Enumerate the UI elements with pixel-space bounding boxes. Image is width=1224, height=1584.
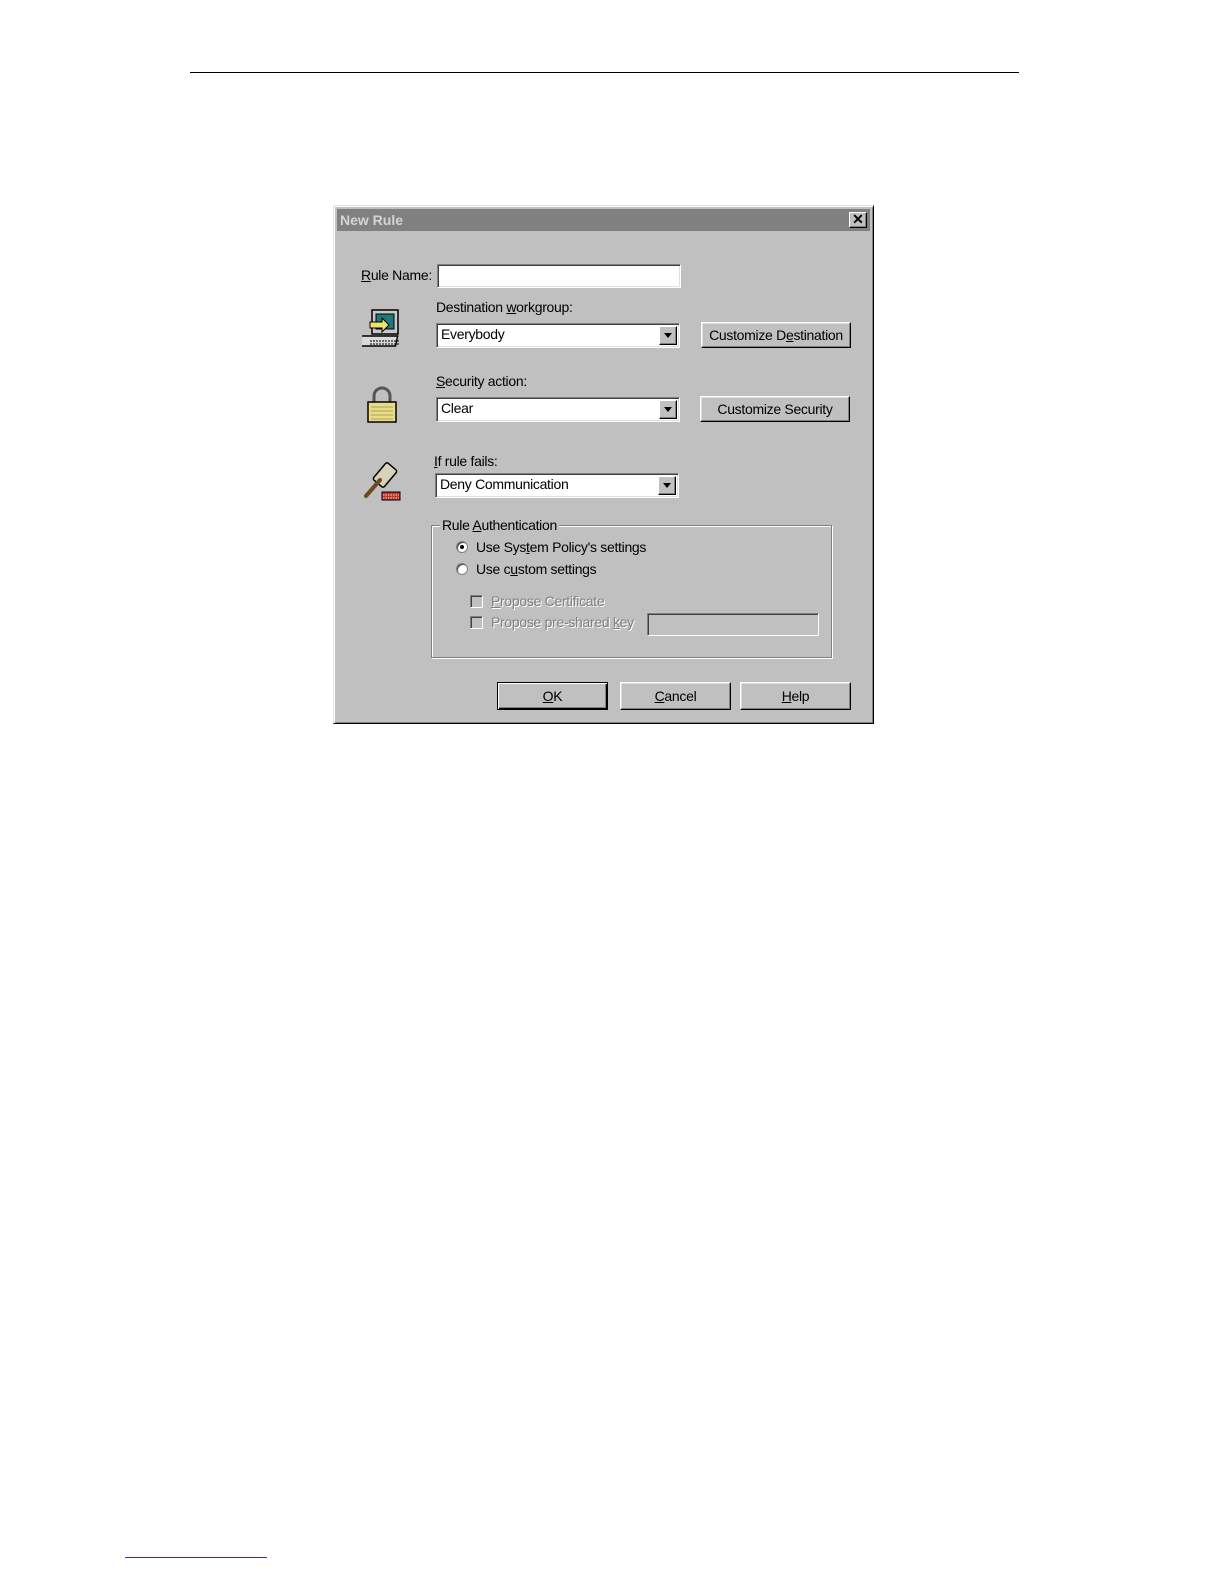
destination-workgroup-select[interactable]: Everybody [436,323,680,348]
close-icon: ✕ [852,211,864,227]
propose-certificate-label: Propose Certificate [491,593,605,609]
chevron-down-icon[interactable] [658,476,676,495]
propose-certificate-checkbox[interactable] [470,595,483,608]
help-button[interactable]: Help [740,682,851,710]
new-rule-dialog: New Rule ✕ Rule Name: Destination workgr… [333,205,874,724]
destination-workgroup-label: Destination workgroup: [436,299,573,315]
gavel-icon [360,460,404,504]
use-custom-settings-radio[interactable] [456,563,468,575]
use-system-policy-radio[interactable] [456,541,468,553]
security-action-label: Security action: [436,373,527,389]
security-action-select[interactable]: Clear [436,397,680,422]
destination-workgroup-value: Everybody [441,326,505,342]
cancel-button[interactable]: Cancel [620,682,731,710]
dialog-title: New Rule [340,212,404,228]
page-header-rule [190,72,1019,73]
title-bar[interactable]: New Rule ✕ [337,209,870,231]
customize-destination-button[interactable]: Customize Destination [701,322,851,348]
chevron-down-icon[interactable] [659,400,677,419]
footnote-rule [125,1557,267,1558]
use-system-policy-label[interactable]: Use System Policy's settings [476,539,646,555]
propose-preshared-key-label: Propose pre-shared key [491,614,634,630]
if-rule-fails-select[interactable]: Deny Communication [435,473,679,498]
if-rule-fails-value: Deny Communication [440,476,569,492]
computer-icon [356,306,406,350]
if-rule-fails-label: If rule fails: [434,453,498,469]
rule-name-label: Rule Name: [361,267,432,283]
rule-authentication-label: Rule Authentication [440,517,559,533]
ok-button[interactable]: OK [497,682,608,710]
chevron-down-icon[interactable] [659,326,677,345]
close-button[interactable]: ✕ [849,212,867,228]
rule-name-input[interactable] [437,264,681,288]
security-action-value: Clear [441,400,473,416]
lock-icon [364,386,400,424]
preshared-key-input[interactable] [647,613,819,636]
customize-security-button[interactable]: Customize Security [700,396,850,422]
use-custom-settings-label[interactable]: Use custom settings [476,561,597,577]
propose-preshared-key-checkbox[interactable] [470,616,483,629]
